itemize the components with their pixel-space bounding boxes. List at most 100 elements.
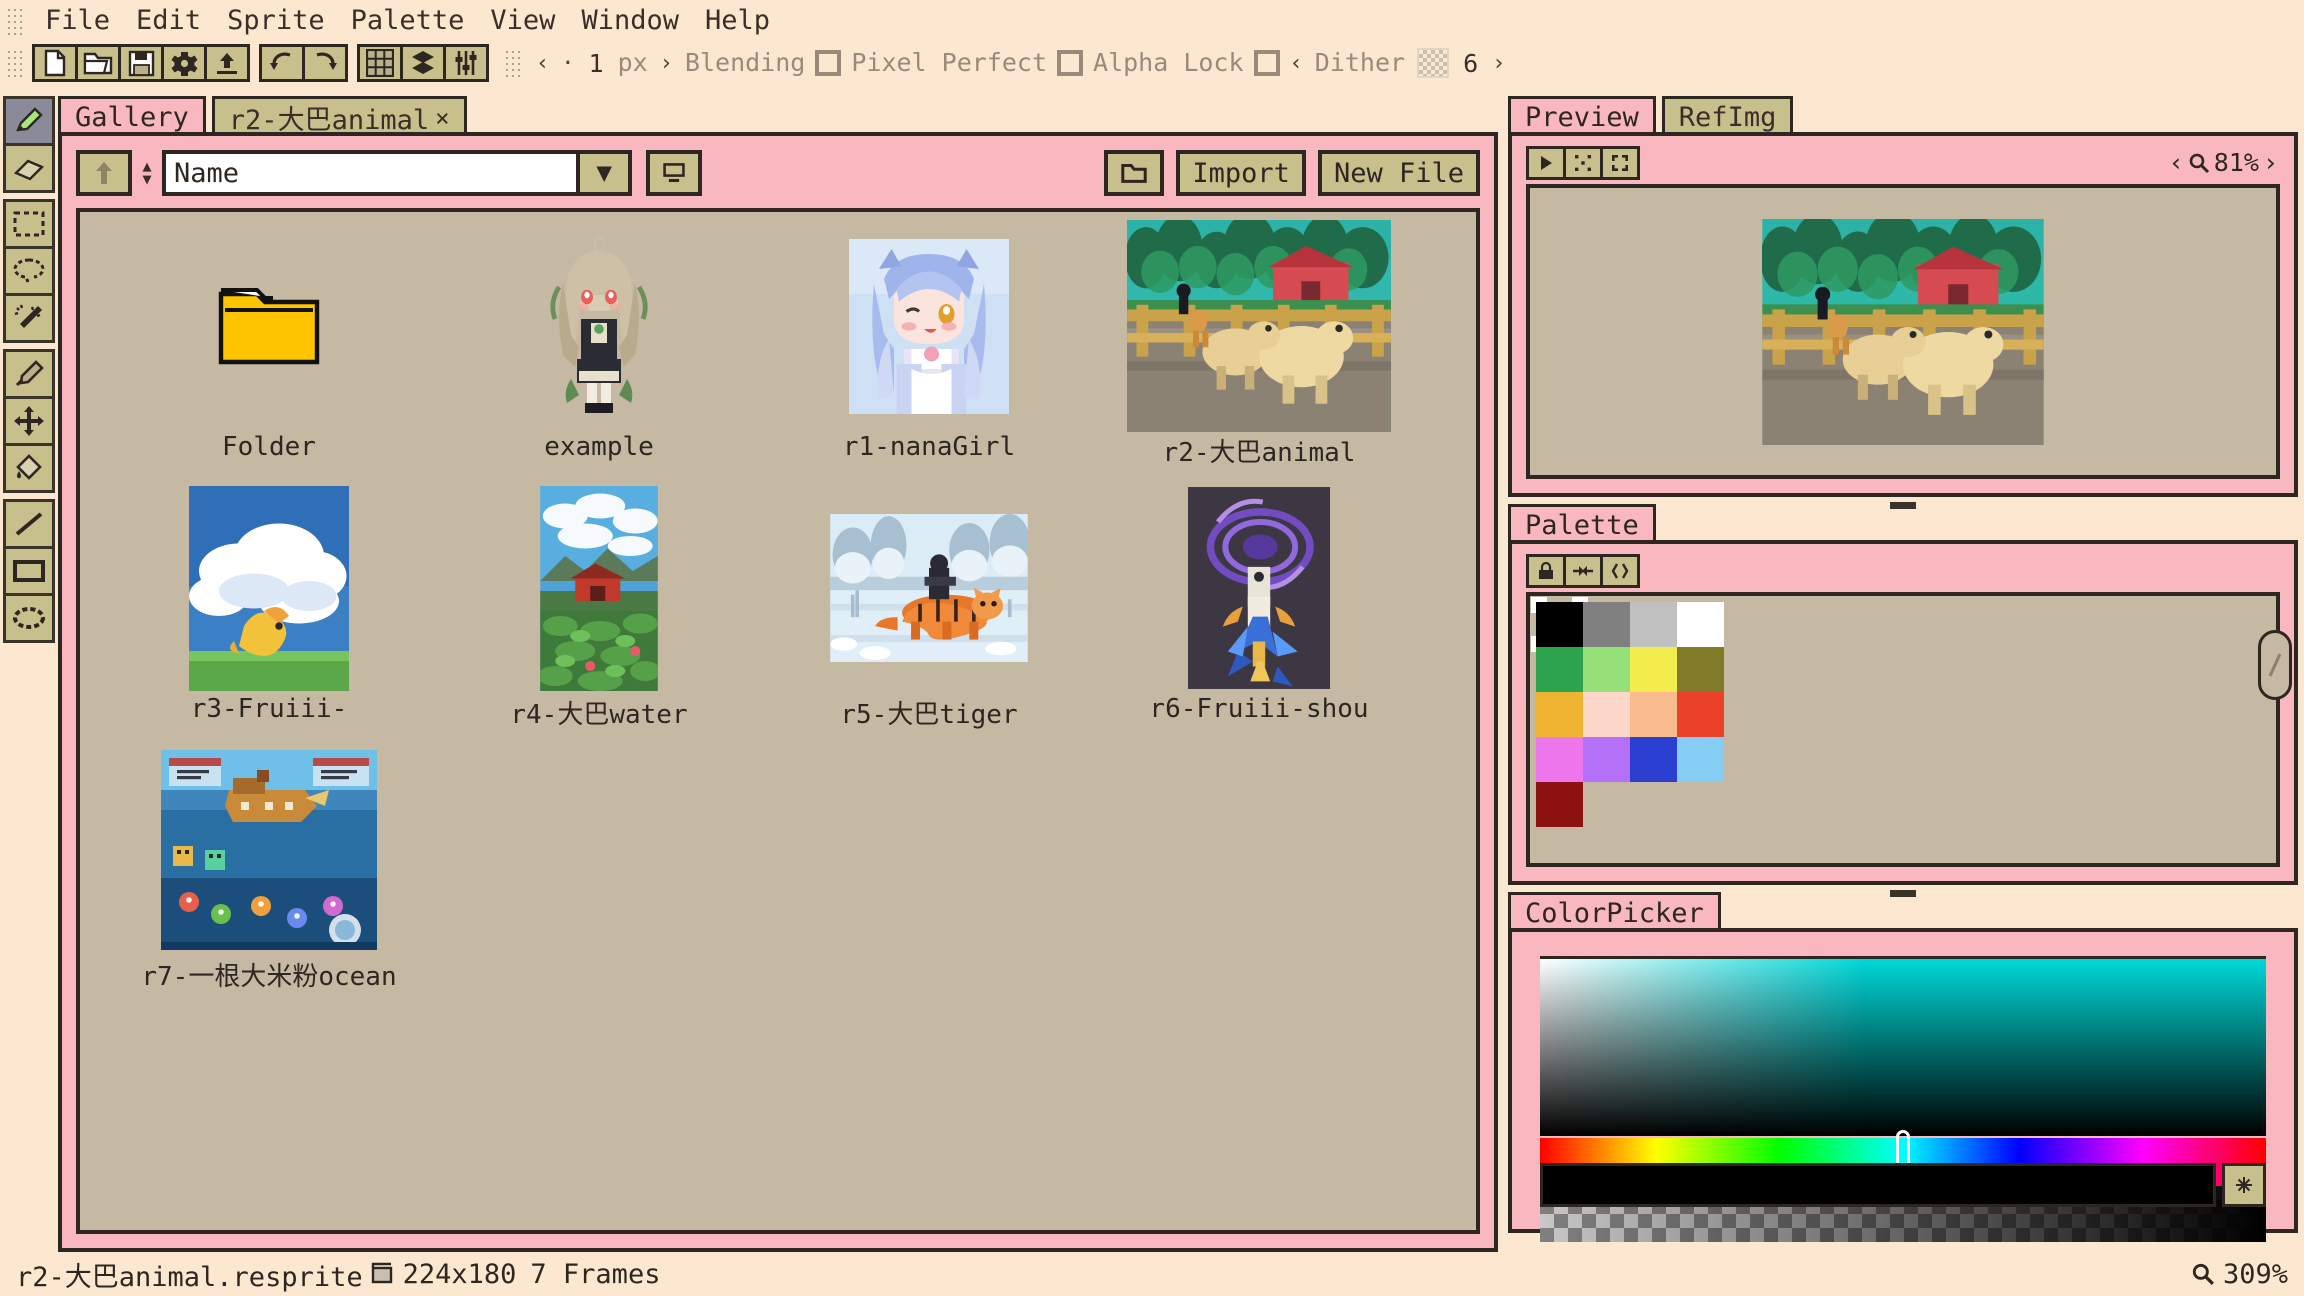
list-item[interactable]: r1-nanaGirl xyxy=(764,226,1094,488)
palette-swatch[interactable] xyxy=(1630,647,1677,692)
palette-swatch[interactable] xyxy=(1583,737,1630,782)
palette-swatch-area[interactable] xyxy=(1526,592,2280,867)
list-item[interactable]: Folder xyxy=(104,226,434,488)
grid-icon[interactable] xyxy=(357,44,403,82)
menu-view[interactable]: View xyxy=(477,2,568,40)
palette-swatch[interactable] xyxy=(1536,692,1583,737)
new-file-icon[interactable] xyxy=(32,44,78,82)
save-file-icon[interactable] xyxy=(118,44,164,82)
sort-direction-toggle[interactable]: ▲ ▼ xyxy=(138,150,156,196)
palette-swatch[interactable] xyxy=(1630,602,1677,647)
import-button[interactable]: Import xyxy=(1176,150,1306,196)
eraser-tool[interactable] xyxy=(3,143,55,193)
blending-checkbox[interactable] xyxy=(815,50,842,76)
preview-zoom-decrease[interactable]: ‹ xyxy=(2169,148,2184,177)
list-item[interactable]: r5-大巴tiger xyxy=(764,488,1094,750)
menu-file[interactable]: File xyxy=(32,2,123,40)
dither-increase[interactable]: › xyxy=(1492,51,1505,76)
palette-swatch[interactable] xyxy=(1536,647,1583,692)
brush-size-decrease[interactable]: ‹ xyxy=(536,51,549,76)
list-item[interactable]: r6-Fruiii-shou xyxy=(1094,487,1424,750)
menu-drag-grip[interactable] xyxy=(6,7,24,35)
settings-gear-icon[interactable] xyxy=(161,44,207,82)
close-icon[interactable]: × xyxy=(435,104,449,132)
dither-value[interactable]: 6 xyxy=(1463,49,1478,78)
redo-icon[interactable] xyxy=(302,44,348,82)
menu-edit[interactable]: Edit xyxy=(123,2,214,40)
rectangle-shape-tool[interactable] xyxy=(3,546,55,596)
sort-field-dropdown[interactable]: ▼ xyxy=(576,150,633,196)
brush-shape-dot[interactable]: · xyxy=(561,51,574,76)
saturation-value-area[interactable] xyxy=(1540,956,2266,1136)
dither-decrease[interactable]: ‹ xyxy=(1290,51,1303,76)
current-color-swatch[interactable] xyxy=(1540,1163,2216,1207)
palette-swatch[interactable] xyxy=(1630,692,1677,737)
export-upload-icon[interactable] xyxy=(204,44,250,82)
list-item[interactable]: r2-大巴animal xyxy=(1094,220,1424,488)
palette-swatch[interactable] xyxy=(1536,737,1583,782)
magic-wand-tool[interactable] xyxy=(3,293,55,343)
list-item[interactable]: r7-一根大米粉ocean xyxy=(104,750,434,1012)
new-folder-button[interactable] xyxy=(1104,150,1165,196)
lasso-select-tool[interactable] xyxy=(3,246,55,296)
edit-palette-icon[interactable] xyxy=(1600,554,1640,588)
palette-swatch[interactable] xyxy=(1583,602,1630,647)
palette-swatch[interactable] xyxy=(1531,597,1588,652)
menu-help[interactable]: Help xyxy=(692,2,783,40)
fit-screen-icon[interactable] xyxy=(1600,146,1640,180)
sort-palette-icon[interactable] xyxy=(1563,554,1603,588)
brush-size-value[interactable]: 1 xyxy=(589,49,604,78)
dock-resize-handle[interactable] xyxy=(2258,630,2292,700)
palette-swatch[interactable] xyxy=(1536,782,1583,827)
ellipse-shape-tool[interactable] xyxy=(3,593,55,643)
expand-icon[interactable] xyxy=(2222,1163,2266,1207)
palette-swatch[interactable] xyxy=(1630,737,1677,782)
eyedropper-tool[interactable] xyxy=(3,349,55,399)
colorpicker-body xyxy=(1508,928,2298,1242)
palette-swatch[interactable] xyxy=(1583,647,1630,692)
toolbar-drag-grip[interactable] xyxy=(6,49,24,77)
list-item[interactable]: example xyxy=(434,226,764,488)
sort-field-input[interactable]: Name xyxy=(162,150,577,196)
new-file-button[interactable]: New File xyxy=(1317,150,1480,196)
list-item[interactable]: r4-大巴water xyxy=(434,485,764,750)
list-item[interactable]: r3-Fruiii- xyxy=(104,485,434,750)
dither-pattern-swatch[interactable] xyxy=(1417,48,1450,78)
pixel-perfect-checkbox[interactable] xyxy=(1057,50,1084,76)
preview-canvas[interactable] xyxy=(1526,184,2280,479)
play-icon[interactable] xyxy=(1526,146,1566,180)
tab-gallery[interactable]: Gallery xyxy=(58,96,206,136)
brush-group-grip[interactable] xyxy=(504,49,522,77)
move-tool[interactable] xyxy=(3,396,55,446)
palette-swatch[interactable] xyxy=(1677,602,1724,647)
palette-swatch[interactable] xyxy=(1677,737,1724,782)
rect-select-tool[interactable] xyxy=(3,199,55,249)
open-file-icon[interactable] xyxy=(75,44,121,82)
alpha-lock-checkbox[interactable] xyxy=(1253,50,1280,76)
layers-icon[interactable] xyxy=(400,44,446,82)
preview-zoom-control[interactable]: ‹ 81% › xyxy=(2169,148,2278,177)
menu-sprite[interactable]: Sprite xyxy=(214,2,338,40)
palette-swatch[interactable] xyxy=(1677,692,1724,737)
bucket-fill-tool[interactable] xyxy=(3,443,55,493)
view-mode-button[interactable] xyxy=(646,150,703,196)
line-tool[interactable] xyxy=(3,499,55,549)
tab-r2-animal[interactable]: r2-大巴animal × xyxy=(211,96,467,136)
lock-palette-icon[interactable] xyxy=(1526,554,1566,588)
brush-size-increase[interactable]: › xyxy=(660,51,673,76)
pencil-tool[interactable] xyxy=(3,96,55,146)
menu-palette[interactable]: Palette xyxy=(338,2,478,40)
onion-skin-icon[interactable] xyxy=(1563,146,1603,180)
tab-preview[interactable]: Preview xyxy=(1508,96,1656,136)
gallery-content-area[interactable]: Folder example r1-nanaGirl r2-大巴animal r… xyxy=(76,208,1480,1234)
preview-zoom-increase[interactable]: › xyxy=(2263,148,2278,177)
menu-window[interactable]: Window xyxy=(568,2,692,40)
palette-swatch[interactable] xyxy=(1583,692,1630,737)
tab-refimg[interactable]: RefImg xyxy=(1661,96,1794,136)
undo-icon[interactable] xyxy=(259,44,305,82)
tab-colorpicker[interactable]: ColorPicker xyxy=(1508,892,1721,932)
palette-swatch[interactable] xyxy=(1677,647,1724,692)
sliders-icon[interactable] xyxy=(443,44,489,82)
tab-palette[interactable]: Palette xyxy=(1508,504,1656,544)
go-up-button[interactable] xyxy=(76,150,132,196)
